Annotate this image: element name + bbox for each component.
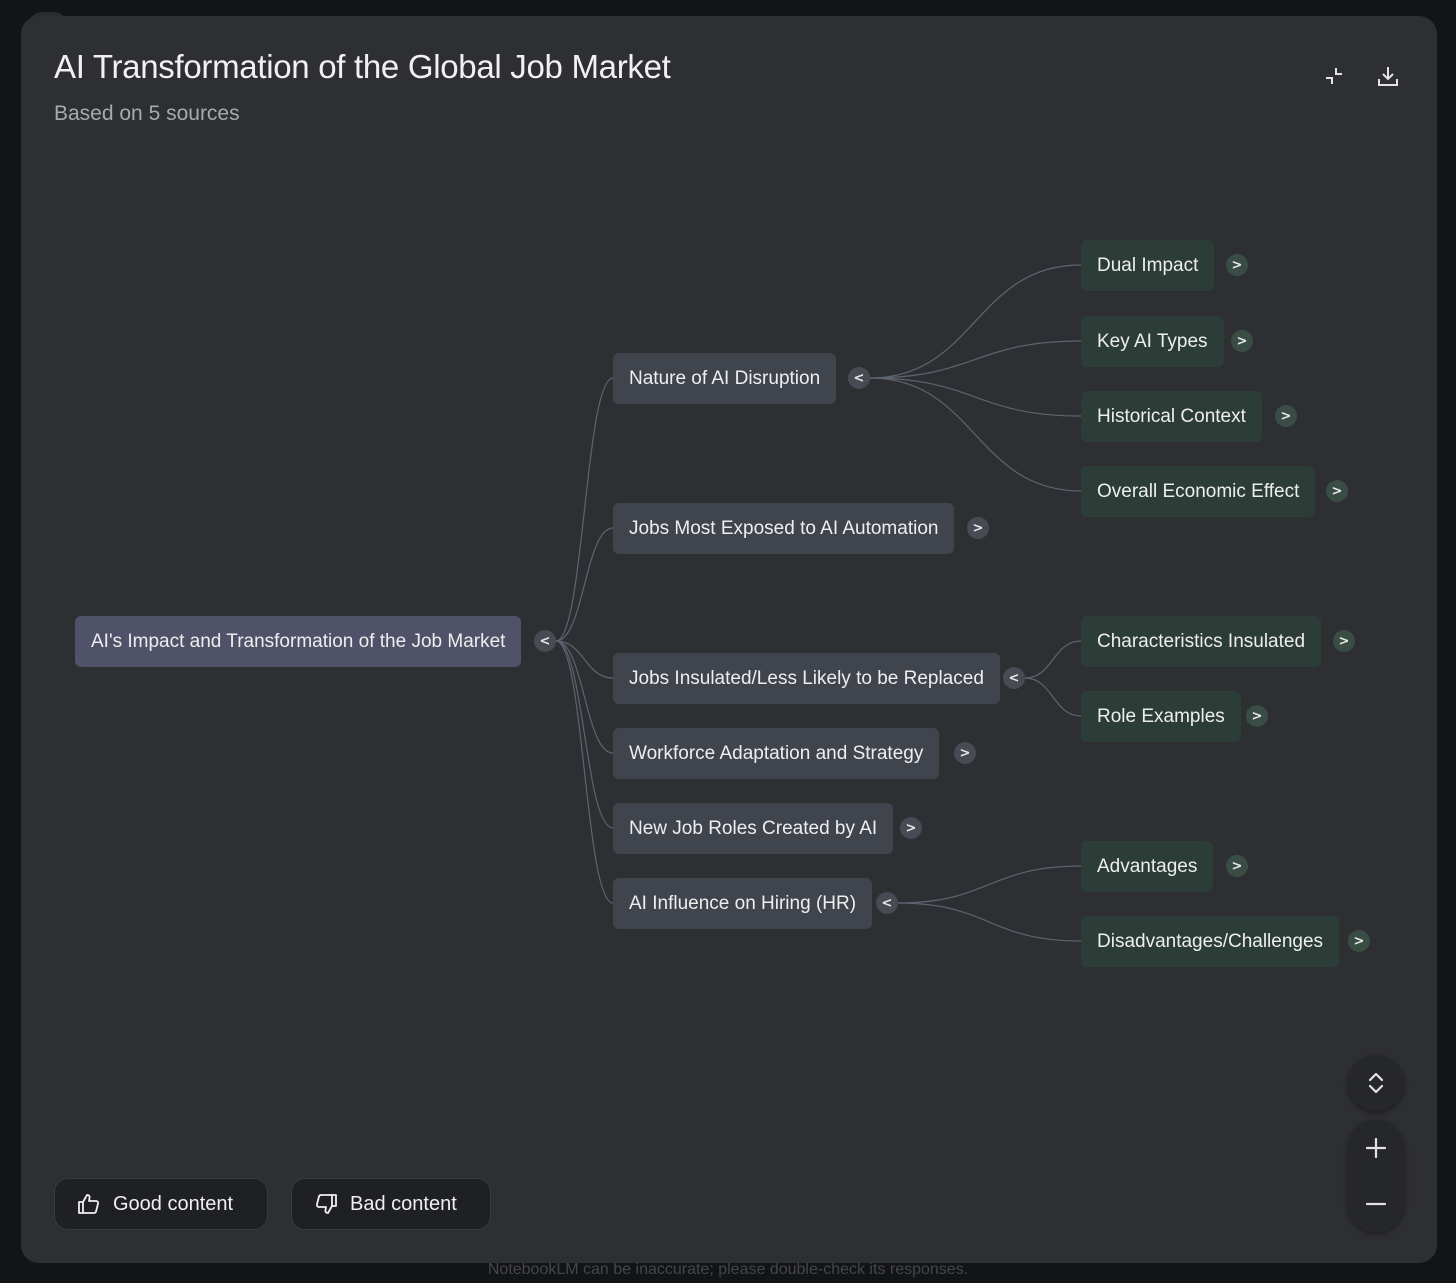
expand-collapse-control [1348, 1055, 1404, 1111]
leaf-node-disadvantages[interactable]: Disadvantages/Challenges [1081, 916, 1340, 967]
good-content-label: Good content [113, 1192, 234, 1215]
mindmap-root-node[interactable]: AI's Impact and Transformation of the Jo… [75, 616, 522, 667]
disclaimer-text: NotebookLM can be inaccurate; please dou… [487, 1261, 969, 1278]
edge [869, 377, 1082, 417]
bad-content-button[interactable]: Bad content [291, 1178, 491, 1230]
leaf-toggle-role-examples[interactable]: > [1246, 705, 1268, 727]
leaf-node-overall-economic-effect[interactable]: Overall Economic Effect [1081, 466, 1316, 517]
leaf-node-characteristics-insulated[interactable]: Characteristics Insulated [1081, 616, 1322, 667]
zoom-control-group [1348, 1120, 1404, 1232]
branch-node-jobs-insulated[interactable]: Jobs Insulated/Less Likely to be Replace… [613, 653, 1000, 704]
branch-toggle-jobs-insulated[interactable]: < [1003, 667, 1025, 689]
minus-icon [1365, 1202, 1387, 1206]
expand-collapse-button[interactable] [1348, 1055, 1404, 1111]
expand-collapse-icon [1368, 1072, 1384, 1094]
zoom-out-button[interactable] [1348, 1176, 1404, 1232]
thumbs-down-icon [315, 1194, 337, 1214]
edge [1024, 640, 1082, 679]
branch-toggle-nature[interactable]: < [848, 367, 870, 389]
leaf-node-historical-context[interactable]: Historical Context [1081, 391, 1262, 442]
branch-node-workforce-adaptation[interactable]: Workforce Adaptation and Strategy [613, 728, 940, 779]
branch-node-jobs-most-exposed[interactable]: Jobs Most Exposed to AI Automation [613, 503, 955, 554]
edge [1024, 677, 1082, 717]
leaf-node-advantages[interactable]: Advantages [1081, 841, 1214, 892]
bad-content-label: Bad content [350, 1192, 457, 1215]
branch-toggle-new-roles[interactable]: > [900, 817, 922, 839]
leaf-node-role-examples[interactable]: Role Examples [1081, 691, 1241, 742]
zoom-in-button[interactable] [1348, 1120, 1404, 1176]
branch-node-nature-of-ai-disruption[interactable]: Nature of AI Disruption [613, 353, 837, 404]
branch-toggle-ai-hiring[interactable]: < [876, 892, 898, 914]
leaf-toggle-disadvantages[interactable]: > [1348, 930, 1370, 952]
plus-icon [1365, 1137, 1387, 1159]
edge [555, 640, 614, 904]
leaf-toggle-characteristics[interactable]: > [1333, 630, 1355, 652]
leaf-toggle-advantages[interactable]: > [1226, 855, 1248, 877]
leaf-toggle-key-ai-types[interactable]: > [1231, 330, 1253, 352]
edge [555, 377, 614, 642]
root-collapse-toggle[interactable]: < [534, 630, 556, 652]
edge [897, 902, 1082, 942]
edge [869, 377, 1082, 492]
edge [897, 865, 1082, 904]
leaf-toggle-dual-impact[interactable]: > [1226, 254, 1248, 276]
thumbs-up-icon [78, 1194, 100, 1214]
leaf-node-key-ai-types[interactable]: Key AI Types [1081, 316, 1224, 367]
good-content-button[interactable]: Good content [54, 1178, 268, 1230]
edge [869, 264, 1082, 379]
branch-toggle-jobs-exposed[interactable]: > [967, 517, 989, 539]
leaf-node-dual-impact[interactable]: Dual Impact [1081, 240, 1215, 291]
edge [869, 340, 1082, 379]
leaf-toggle-historical-context[interactable]: > [1275, 405, 1297, 427]
branch-toggle-workforce[interactable]: > [954, 742, 976, 764]
edge [555, 640, 614, 829]
edge [555, 640, 614, 679]
edge [555, 527, 614, 642]
branch-node-new-job-roles[interactable]: New Job Roles Created by AI [613, 803, 894, 854]
leaf-toggle-overall-economic[interactable]: > [1326, 480, 1348, 502]
mindmap-panel: AI Transformation of the Global Job Mark… [21, 16, 1437, 1263]
branch-node-ai-hiring[interactable]: AI Influence on Hiring (HR) [613, 878, 873, 929]
